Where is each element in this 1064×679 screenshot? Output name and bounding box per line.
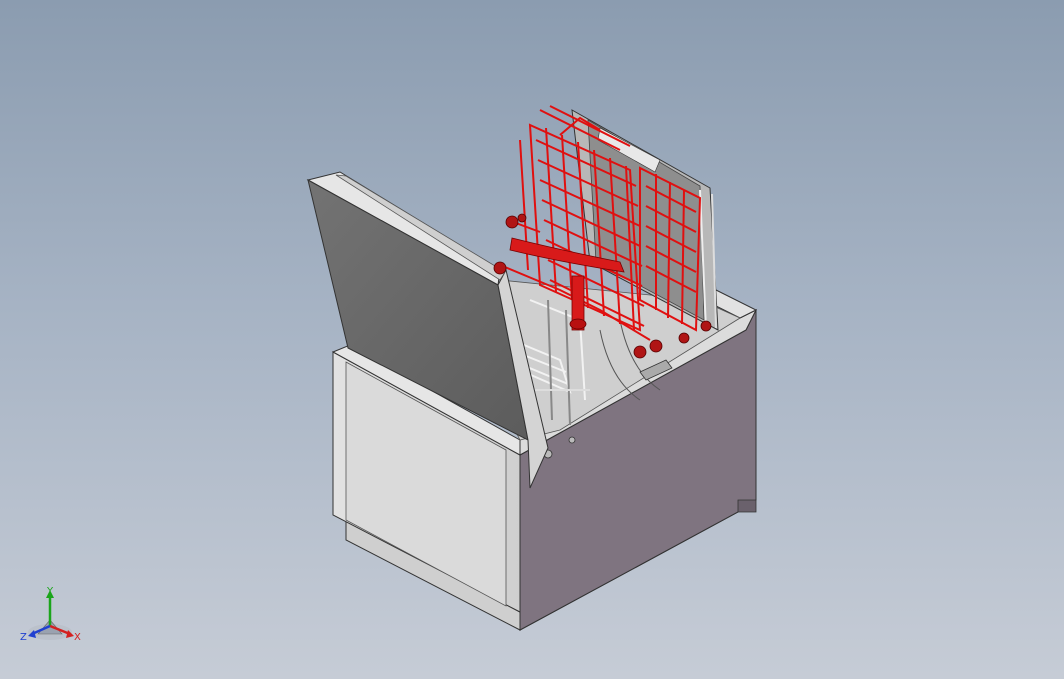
cad-model-view[interactable] xyxy=(0,0,1064,679)
graphics-viewport[interactable]: Y X Z xyxy=(0,0,1064,679)
y-axis-label: Y xyxy=(46,586,54,597)
x-axis-label: X xyxy=(74,632,81,643)
z-axis-label: Z xyxy=(20,632,27,643)
coordinate-triad[interactable]: Y X Z xyxy=(18,584,86,646)
